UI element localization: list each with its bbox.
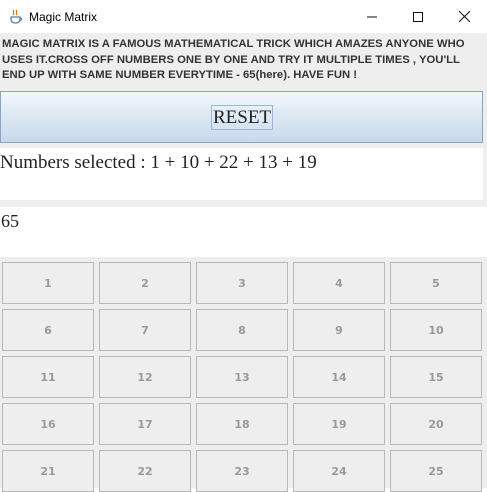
minimize-icon	[367, 16, 377, 17]
reset-bar: RESET	[0, 91, 483, 143]
grid-cell[interactable]: 15	[390, 356, 482, 398]
content-panel: MAGIC MATRIX IS A FAMOUS MATHEMATICAL TR…	[0, 33, 487, 492]
grid-cell[interactable]: 8	[196, 309, 288, 351]
grid-cell[interactable]: 18	[196, 403, 288, 445]
maximize-button[interactable]	[395, 0, 441, 33]
reset-button[interactable]: RESET	[211, 105, 273, 130]
grid-cell[interactable]: 3	[196, 262, 288, 304]
grid-cell[interactable]: 16	[2, 403, 94, 445]
grid-cell[interactable]: 22	[99, 450, 191, 492]
grid-cell[interactable]: 25	[390, 450, 482, 492]
maximize-icon	[413, 11, 423, 22]
grid-cell[interactable]: 4	[293, 262, 385, 304]
grid-cell[interactable]: 10	[390, 309, 482, 351]
grid-cell[interactable]: 6	[2, 309, 94, 351]
close-icon	[458, 11, 470, 22]
number-grid: 1 2 3 4 5 6 7 8 9 10 11 12 13 14 15 16 1…	[2, 262, 482, 492]
result-value: 65	[1, 211, 19, 231]
intro-text: MAGIC MATRIX IS A FAMOUS MATHEMATICAL TR…	[2, 38, 465, 81]
java-coffee-cup-icon	[8, 9, 24, 25]
grid-cell[interactable]: 23	[196, 450, 288, 492]
result-panel: 65	[0, 207, 487, 257]
minimize-button[interactable]	[349, 0, 395, 33]
selected-numbers-panel: Numbers selected : 1 + 10 + 22 + 13 + 19	[0, 148, 483, 200]
grid-cell[interactable]: 9	[293, 309, 385, 351]
grid-cell[interactable]: 11	[2, 356, 94, 398]
window-title: Magic Matrix	[29, 9, 98, 24]
grid-cell[interactable]: 21	[2, 450, 94, 492]
grid-cell[interactable]: 19	[293, 403, 385, 445]
grid-cell[interactable]: 1	[2, 262, 94, 304]
grid-cell[interactable]: 13	[196, 356, 288, 398]
grid-cell[interactable]: 7	[99, 309, 191, 351]
grid-cell[interactable]: 12	[99, 356, 191, 398]
grid-cell[interactable]: 20	[390, 403, 482, 445]
grid-cell[interactable]: 24	[293, 450, 385, 492]
grid-cell[interactable]: 2	[99, 262, 191, 304]
close-button[interactable]	[441, 0, 487, 33]
title-bar: Magic Matrix	[0, 0, 487, 33]
grid-cell[interactable]: 17	[99, 403, 191, 445]
grid-cell[interactable]: 14	[293, 356, 385, 398]
grid-cell[interactable]: 5	[390, 262, 482, 304]
selected-numbers-label: Numbers selected : 1 + 10 + 22 + 13 + 19	[0, 152, 317, 173]
window-controls	[349, 0, 487, 33]
